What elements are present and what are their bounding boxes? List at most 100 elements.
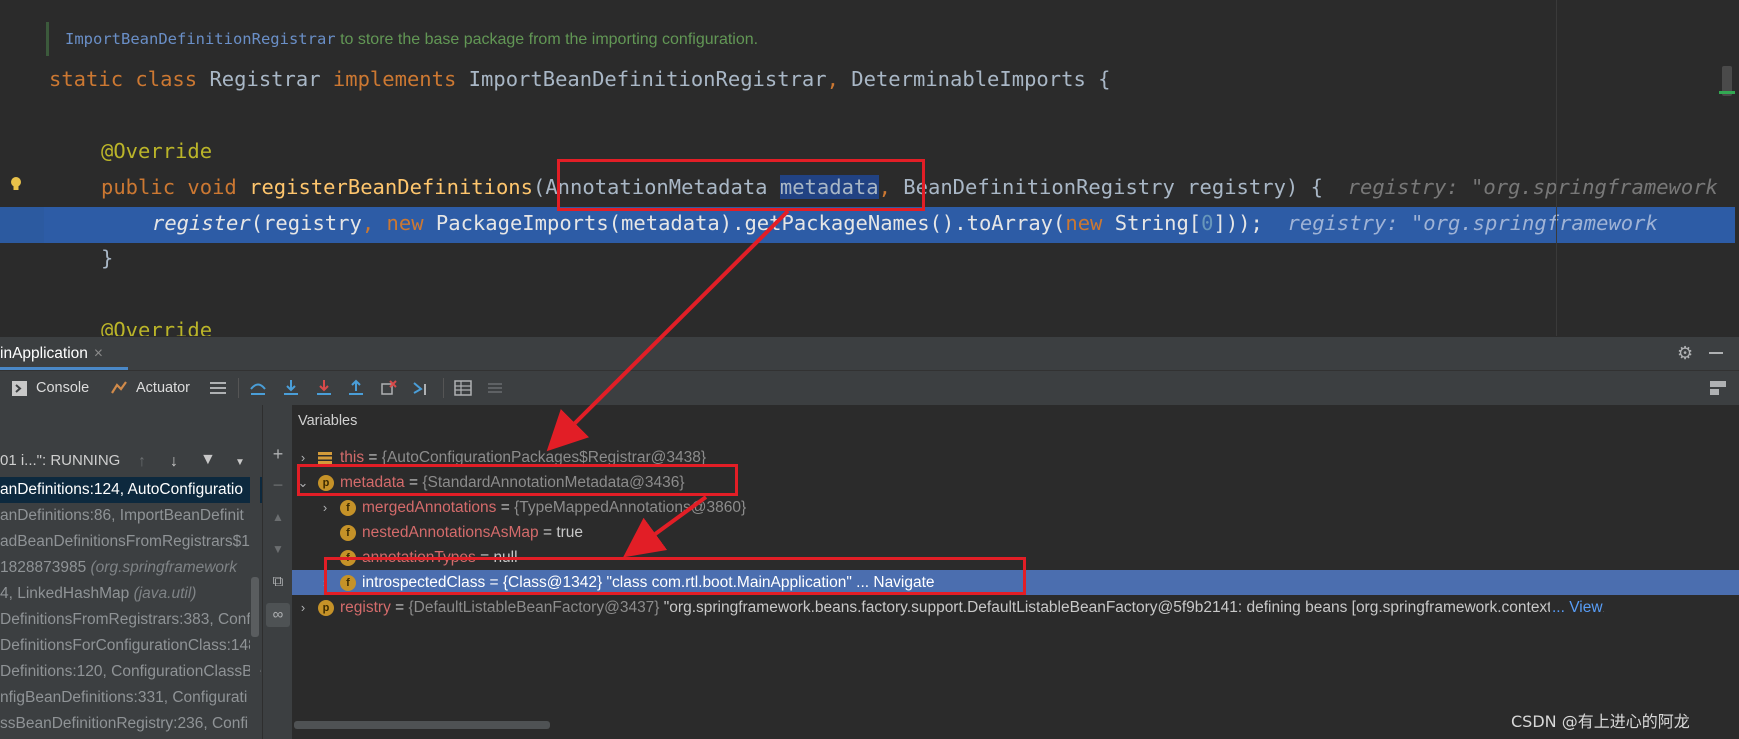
variable-value: {TypeMappedAnnotations@3860} [514,499,747,516]
variable-row[interactable]: › f mergedAnnotations = {TypeMappedAnnotat… [292,495,1739,520]
stack-frame[interactable]: ssBeanDefinitionRegistry:236, Confi [0,711,262,737]
number: 0 [1201,211,1214,235]
stack-frame[interactable]: anDefinitions:124, AutoConfiguratio [0,477,262,503]
step-out-icon[interactable] [347,379,365,397]
equals: = [496,499,515,516]
chevron-right-icon[interactable]: › [318,495,332,520]
chevron-down-icon[interactable]: ▼ [235,457,245,468]
frame-library: (java.util) [133,585,197,602]
doc-comment: ImportBeanDefinitionRegistrar to store t… [65,30,758,49]
equals: = [538,524,557,541]
debug-toolbar: Console Actuator [0,370,1739,405]
add-icon[interactable]: + [269,445,287,463]
debug-tab-bar: inApplication × ⚙ [0,336,1739,370]
force-step-into-icon[interactable] [315,379,333,397]
stack-frame[interactable]: Definitions:120, ConfigurationClassBe [0,659,262,685]
frame-text: DefinitionsFromRegistrars:383, Confi [0,611,255,628]
method-name: registerBeanDefinitions [249,175,533,199]
frame-text: DefinitionsForConfigurationClass:148 [0,637,257,654]
frame-library: (org.springframework [90,559,237,576]
minimize-icon[interactable] [1709,352,1723,354]
variable-value: true [556,524,584,541]
variable-text: nestedAnnotationsAsMap = true [362,520,583,545]
iface-1: ImportBeanDefinitionRegistrar [468,67,827,91]
brace: { [1098,67,1111,91]
up-arrow-icon[interactable]: ↑ [138,453,146,471]
code-line-class[interactable]: static class Registrar implements Import… [49,67,1110,91]
variable-row[interactable]: f nestedAnnotationsAsMap = true [292,520,1739,545]
call-register: register [152,211,251,235]
comma: , [361,211,375,235]
frame-text: anDefinitions:124, AutoConfiguratio [0,481,243,498]
ctor-call: PackageImports(metadata).getPackageNames… [435,211,1066,235]
variable-row[interactable]: › p registry = {DefaultListableBeanFactory… [292,595,1739,620]
stack-frame[interactable]: nfigBeanDefinitions:331, Configurati [0,685,262,711]
move-down-icon[interactable]: ▼ [269,540,287,558]
inline-value-hint: registry: "org.springframework [1287,211,1658,235]
frames-scrollbar[interactable] [250,477,260,739]
annotation-box-metadata [297,464,738,496]
icon-letter: f [346,527,350,539]
code-line-register[interactable]: register(registry, new PackageImports(me… [152,211,1658,235]
remove-icon[interactable]: − [269,476,287,494]
thread-selector[interactable]: 01 i...": RUNNING [0,445,262,477]
frame-text: Definitions:120, ConfigurationClassBe [0,663,262,680]
variable-text: mergedAnnotations = {TypeMappedAnnotatio… [362,495,746,520]
code-line-override-2[interactable]: @Override [101,318,212,336]
frame-text: anDefinitions:86, ImportBeanDefinit [0,507,244,524]
frame-text: 1828873985 [0,559,91,576]
kw-implements: implements [332,67,457,91]
stack-frame[interactable]: adBeanDefinitionsFromRegistrars$1 [0,529,262,555]
inline-value-hint: registry: "org.springframework [1347,175,1718,199]
field-icon: f [340,525,356,541]
step-over-icon[interactable] [249,379,267,397]
trace-icon[interactable] [486,379,504,397]
class-name: Registrar [209,67,321,91]
gear-icon[interactable]: ⚙ [1677,344,1695,362]
watches-icon[interactable]: ∞ [266,603,290,627]
arg: (registry [250,211,362,235]
stack-frame[interactable]: 1828873985 (org.springframework [0,555,262,581]
step-into-icon[interactable] [282,379,300,397]
thread-status: 01 i...": RUNNING [0,452,121,469]
evaluate-icon[interactable] [454,379,472,397]
variable-text: registry = {DefaultListableBeanFactory@3… [340,595,1603,620]
view-link[interactable]: ... View [1550,595,1603,620]
field-icon: f [340,500,356,516]
paren: ) { [1285,175,1323,199]
variable-name: registry [340,599,391,616]
move-up-icon[interactable]: ▲ [269,508,287,526]
param-registry[interactable]: registry [1187,175,1286,199]
console-tab[interactable]: Console [36,371,89,405]
copy-icon[interactable]: ⧉ [269,573,287,591]
kw-void: void [187,175,237,199]
layout-icon[interactable] [1709,379,1727,397]
stack-frame[interactable]: 4, LinkedHashMap (java.util) [0,581,262,607]
actuator-tab[interactable]: Actuator [136,371,190,405]
drop-frame-icon[interactable] [380,379,398,397]
frame-text: ssBeanDefinitionRegistry:236, Confi [0,715,249,732]
code-line-override[interactable]: @Override [101,139,212,163]
menu-icon[interactable] [209,379,227,397]
filter-icon[interactable]: ▼ [200,451,216,469]
variables-title: Variables [298,413,358,429]
lightbulb-icon[interactable] [9,176,23,192]
close-icon[interactable]: × [94,345,103,362]
doc-ref[interactable]: ImportBeanDefinitionRegistrar [65,30,336,48]
kw-static: static [49,67,124,91]
chevron-right-icon[interactable]: › [296,595,310,620]
stack-frame[interactable]: DefinitionsForConfigurationClass:148 [0,633,262,659]
code-line-close[interactable]: } [101,246,113,270]
doc-text: to store the base package from the impor… [335,31,759,48]
editor-margin [1556,0,1557,336]
stack-frame[interactable]: DefinitionsFromRegistrars:383, Confi [0,607,262,633]
tab-main-application[interactable]: inApplication × [0,337,128,370]
kw-class: class [135,67,198,91]
run-to-cursor-icon[interactable] [413,379,431,397]
watermark: CSDN @有上进心的阿龙 [1511,712,1690,731]
console-icon [12,381,27,396]
down-arrow-icon[interactable]: ↓ [170,453,178,471]
string-array: String[ [1114,211,1202,235]
annotation-box-param [557,159,925,211]
stack-frame[interactable]: anDefinitions:86, ImportBeanDefinit [0,503,262,529]
